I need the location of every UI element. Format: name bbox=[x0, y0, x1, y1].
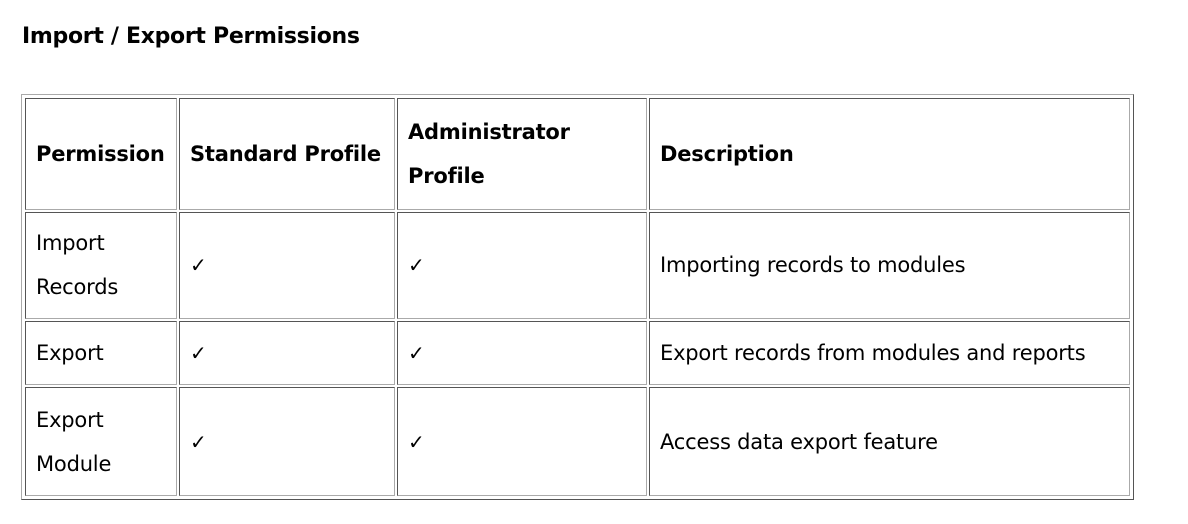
table-row: Import Records ✓ ✓ Importing records to … bbox=[25, 212, 1130, 319]
administrator-profile-cell: ✓ bbox=[397, 387, 647, 496]
description-cell: Export records from modules and reports bbox=[649, 320, 1130, 386]
column-header-description: Description bbox=[649, 98, 1130, 210]
table-header-row: Permission Standard Profile Administrato… bbox=[25, 98, 1130, 210]
check-icon: ✓ bbox=[190, 340, 207, 365]
check-icon: ✓ bbox=[190, 429, 207, 454]
page-title: Import / Export Permissions bbox=[22, 24, 360, 49]
check-icon: ✓ bbox=[190, 253, 207, 278]
check-icon: ✓ bbox=[408, 429, 425, 454]
standard-profile-cell: ✓ bbox=[179, 387, 395, 496]
table-row: Export Module ✓ ✓ Access data export fea… bbox=[25, 387, 1130, 496]
administrator-profile-cell: ✓ bbox=[397, 320, 647, 386]
permission-cell: Export bbox=[25, 320, 177, 386]
description-cell: Importing records to modules bbox=[649, 212, 1130, 319]
permission-cell: Export Module bbox=[25, 387, 177, 496]
standard-profile-cell: ✓ bbox=[179, 320, 395, 386]
description-cell: Access data export feature bbox=[649, 387, 1130, 496]
permissions-table: Permission Standard Profile Administrato… bbox=[21, 94, 1134, 500]
administrator-profile-cell: ✓ bbox=[397, 212, 647, 319]
check-icon: ✓ bbox=[408, 253, 425, 278]
table-row: Export ✓ ✓ Export records from modules a… bbox=[25, 320, 1130, 386]
column-header-standard-profile: Standard Profile bbox=[179, 98, 395, 210]
column-header-administrator-profile: Administrator Profile bbox=[397, 98, 647, 210]
permission-cell: Import Records bbox=[25, 212, 177, 319]
check-icon: ✓ bbox=[408, 340, 425, 365]
column-header-permission: Permission bbox=[25, 98, 177, 210]
standard-profile-cell: ✓ bbox=[179, 212, 395, 319]
